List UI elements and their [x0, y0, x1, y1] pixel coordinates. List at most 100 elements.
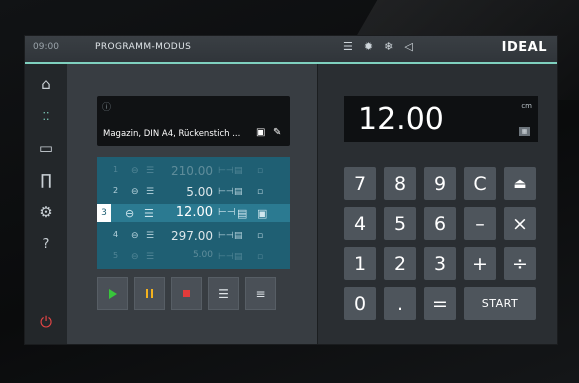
key-1[interactable]: 1	[344, 247, 376, 280]
step-value: 5.00	[186, 185, 213, 199]
play-icon	[108, 288, 117, 299]
key-multiply[interactable]: ×	[504, 207, 536, 240]
step-number: 2	[113, 186, 119, 195]
program-info-box: ⓘ Magazin, DIN A4, Rückenstich ... ▣ ✎	[97, 96, 290, 146]
stack-icon: ☰	[343, 40, 353, 53]
push-icon: ⊖	[131, 252, 139, 262]
value-display: 12.00 cm ▦	[344, 96, 538, 142]
key-8[interactable]: 8	[384, 167, 416, 200]
cut-icon: ▣	[257, 207, 268, 220]
tools-icon[interactable]: ∏	[34, 170, 58, 190]
stack-icon: ☰	[146, 166, 155, 176]
key-3[interactable]: 3	[424, 247, 456, 280]
step-number: 1	[113, 165, 119, 174]
stop-icon	[183, 290, 190, 297]
key-9[interactable]: 9	[424, 167, 456, 200]
sparkle-icon: ❄	[384, 40, 394, 53]
key-equals[interactable]: =	[424, 287, 456, 320]
display-unit: cm	[521, 102, 532, 110]
step-value: 210.00	[171, 164, 213, 178]
sheet-icon: ▤	[237, 207, 248, 220]
stack-icon: ☰	[146, 252, 155, 262]
info-icon: ⓘ	[102, 103, 112, 113]
insert-lines-button[interactable]: ☰	[208, 277, 239, 310]
key-4[interactable]: 4	[344, 207, 376, 240]
key-2[interactable]: 2	[384, 247, 416, 280]
edit-icon[interactable]: ✎	[273, 127, 281, 138]
push-icon: ⊖	[125, 207, 135, 220]
display-value: 12.00	[358, 102, 444, 137]
calculator-panel: 12.00 cm ▦ 7 8 9 C ⏏ 4 5 6 – × 1 2 3 + ÷…	[317, 64, 557, 344]
stack-icon: ☰	[146, 187, 155, 197]
step-number: 5	[113, 251, 119, 260]
delete-lines-button[interactable]: ≡	[245, 277, 276, 310]
clock: 09:00	[33, 42, 59, 52]
key-divide[interactable]: ÷	[504, 247, 536, 280]
start-button[interactable]: START	[464, 287, 536, 320]
list-item-active[interactable]: 3 ⊖ ☰ 12.00 ⊢⊣ ▤ ▣	[97, 204, 290, 222]
mode-title: PROGRAMM-MODUS	[95, 42, 192, 52]
pause-button[interactable]	[134, 277, 165, 310]
step-number: 4	[113, 230, 119, 239]
measure-icon: ⊢⊣	[218, 231, 234, 241]
program-panel: ⓘ Magazin, DIN A4, Rückenstich ... ▣ ✎ 1…	[67, 64, 317, 344]
key-0[interactable]: 0	[344, 287, 376, 320]
light-icon: ✹	[363, 40, 374, 53]
sheet-icon: ▤	[234, 187, 243, 197]
key-6[interactable]: 6	[424, 207, 456, 240]
sheet-icon: ▤	[234, 231, 243, 241]
sheet-icon: ▤	[234, 166, 243, 176]
measure-icon: ⊢⊣	[218, 187, 234, 197]
push-icon: ⊖	[131, 187, 139, 197]
measure-icon: ⊢⊣	[218, 166, 234, 176]
play-button[interactable]	[97, 277, 128, 310]
stack-icon: ☰	[146, 231, 155, 241]
key-5[interactable]: 5	[384, 207, 416, 240]
brand-logo: IDEAL	[501, 40, 547, 55]
save-icon[interactable]: ▣	[256, 127, 265, 138]
step-value: 12.00	[175, 205, 213, 220]
key-7[interactable]: 7	[344, 167, 376, 200]
folder-icon[interactable]: ▭	[34, 138, 58, 158]
settings-icon[interactable]: ⚙	[34, 202, 58, 222]
list-item[interactable]: 5 ⊖ ☰ 5.00 ⊢⊣ ▤ ▫	[97, 248, 290, 266]
focus-icon[interactable]: ⁚⁚	[34, 106, 58, 126]
key-minus[interactable]: –	[464, 207, 496, 240]
sidebar: ⌂ ⁚⁚ ▭ ∏ ⚙ ? ⏻	[25, 64, 67, 344]
keypad-toggle-icon[interactable]: ▦	[519, 127, 530, 136]
list-item[interactable]: 2 ⊖ ☰ 5.00 ⊢⊣ ▤ ▫	[97, 183, 290, 201]
step-value: 297.00	[171, 229, 213, 243]
power-icon[interactable]: ⏻	[34, 312, 58, 332]
cut-icon: ▫	[257, 166, 264, 176]
push-icon: ⊖	[131, 231, 139, 241]
insert-lines-icon: ☰	[218, 286, 229, 301]
help-icon[interactable]: ?	[34, 234, 58, 254]
key-eject[interactable]: ⏏	[504, 167, 536, 200]
stack-icon: ☰	[144, 207, 154, 220]
step-number: 3	[97, 204, 111, 222]
control-buttons: ☰ ≡	[97, 277, 276, 310]
status-icons: ☰ ✹ ❄ ◁	[343, 40, 413, 54]
status-bar: 09:00 PROGRAMM-MODUS ☰ ✹ ❄ ◁ IDEAL	[25, 36, 557, 64]
pause-icon	[146, 289, 153, 298]
stop-button[interactable]	[171, 277, 202, 310]
measure-icon: ⊢⊣	[218, 207, 236, 218]
sound-icon: ◁	[404, 40, 413, 53]
measure-icon: ⊢⊣	[218, 252, 234, 262]
keypad: 7 8 9 C ⏏ 4 5 6 – × 1 2 3 + ÷ 0 . = STAR…	[344, 167, 536, 320]
cut-icon: ▫	[257, 187, 264, 197]
delete-lines-icon: ≡	[255, 286, 266, 301]
push-icon: ⊖	[131, 166, 139, 176]
sheet-icon: ▤	[234, 252, 243, 262]
home-icon[interactable]: ⌂	[34, 74, 58, 94]
key-clear[interactable]: C	[464, 167, 496, 200]
key-decimal[interactable]: .	[384, 287, 416, 320]
list-item[interactable]: 1 ⊖ ☰ 210.00 ⊢⊣ ▤ ▫	[97, 162, 290, 180]
step-list[interactable]: 1 ⊖ ☰ 210.00 ⊢⊣ ▤ ▫ 2 ⊖ ☰ 5.00 ⊢⊣ ▤ ▫ 3	[97, 157, 290, 269]
key-plus[interactable]: +	[464, 247, 496, 280]
list-item[interactable]: 4 ⊖ ☰ 297.00 ⊢⊣ ▤ ▫	[97, 227, 290, 245]
cut-icon: ▫	[257, 231, 264, 241]
program-name: Magazin, DIN A4, Rückenstich ...	[103, 129, 241, 139]
step-value: 5.00	[192, 250, 213, 260]
cut-icon: ▫	[257, 252, 264, 262]
